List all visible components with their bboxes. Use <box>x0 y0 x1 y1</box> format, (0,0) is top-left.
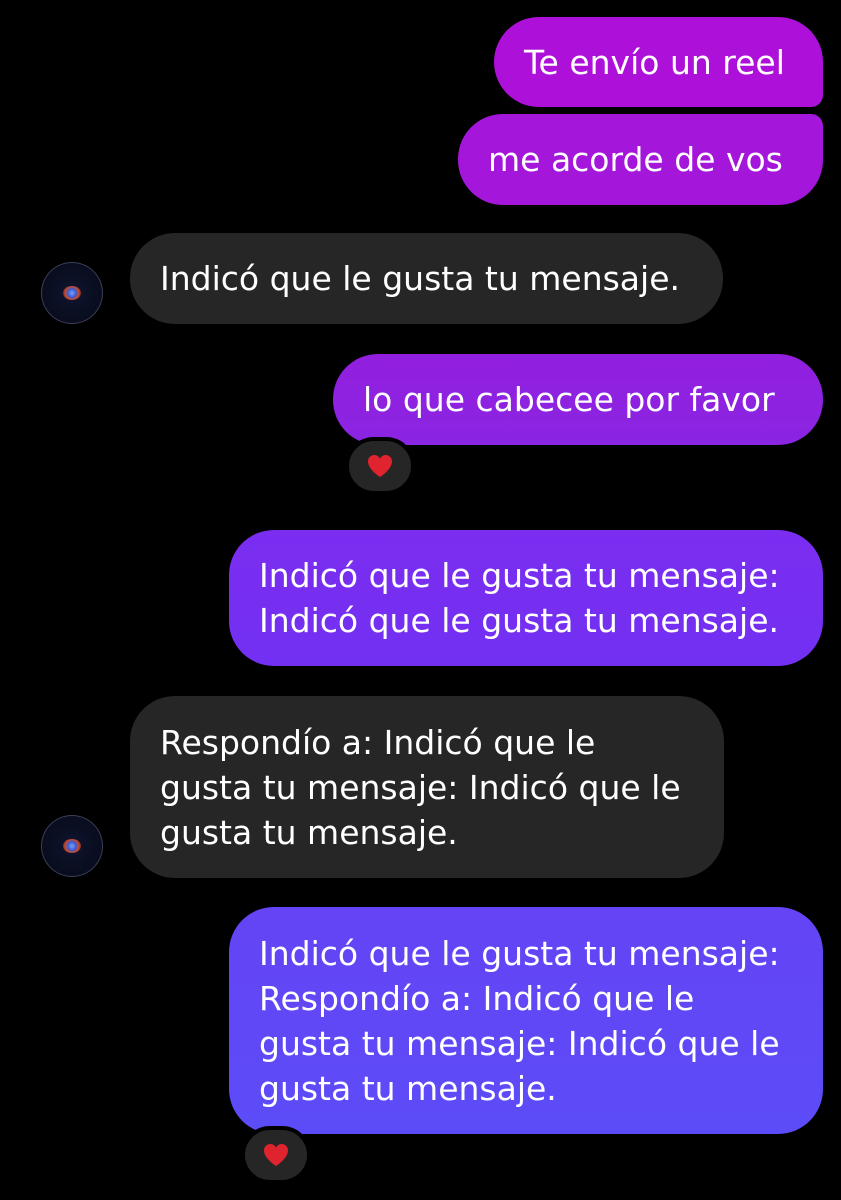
message-line: gusta tu mensaje: Indicó que le <box>259 1023 780 1063</box>
message-line: gusta tu mensaje: Indicó que le <box>160 767 681 807</box>
message-line: Indicó que le gusta tu mensaje. <box>259 601 779 640</box>
reaction-badge[interactable] <box>345 437 415 495</box>
received-message-bubble[interactable]: Indicó que le gusta tu mensaje. <box>130 233 723 324</box>
message-text-block: Indicó que le gusta tu mensaje: Respondí… <box>259 931 780 1111</box>
contact-avatar[interactable] <box>41 262 103 324</box>
sent-message-bubble[interactable]: Indicó que le gusta tu mensaje: Respondí… <box>229 907 823 1134</box>
nebula-avatar-icon <box>63 839 81 853</box>
message-text: Te envío un reel <box>524 42 785 82</box>
sent-message-bubble[interactable]: Te envío un reel <box>494 17 823 107</box>
sent-message-bubble[interactable]: Indicó que le gusta tu mensaje: Indicó q… <box>229 530 823 666</box>
message-thread: Te envío un reel me acorde de vos Indicó… <box>0 0 841 1200</box>
nebula-avatar-icon <box>63 286 81 300</box>
message-line: gusta tu mensaje. <box>259 1068 557 1108</box>
message-text: Indicó que le gusta tu mensaje. <box>160 259 680 298</box>
message-line: Respondío a: Indicó que le <box>160 722 596 762</box>
message-text: me acorde de vos <box>488 140 783 179</box>
message-text: lo que cabecee por favor <box>363 380 775 419</box>
received-message-bubble[interactable]: Respondío a: Indicó que le gusta tu mens… <box>130 696 724 878</box>
sent-message-bubble[interactable]: me acorde de vos <box>458 114 823 205</box>
heart-icon <box>263 1143 289 1167</box>
sent-message-bubble[interactable]: lo que cabecee por favor <box>333 354 823 445</box>
contact-avatar[interactable] <box>41 815 103 877</box>
message-line: Respondío a: Indicó que le <box>259 978 695 1018</box>
heart-icon <box>367 454 393 478</box>
message-text-block: Indicó que le gusta tu mensaje: Indicó q… <box>259 553 780 643</box>
message-text-block: Respondío a: Indicó que le gusta tu mens… <box>160 720 681 855</box>
reaction-badge[interactable] <box>241 1126 311 1184</box>
message-line: Indicó que le gusta tu mensaje: <box>259 556 780 595</box>
message-line: Indicó que le gusta tu mensaje: <box>259 933 780 973</box>
message-line: gusta tu mensaje. <box>160 812 458 852</box>
